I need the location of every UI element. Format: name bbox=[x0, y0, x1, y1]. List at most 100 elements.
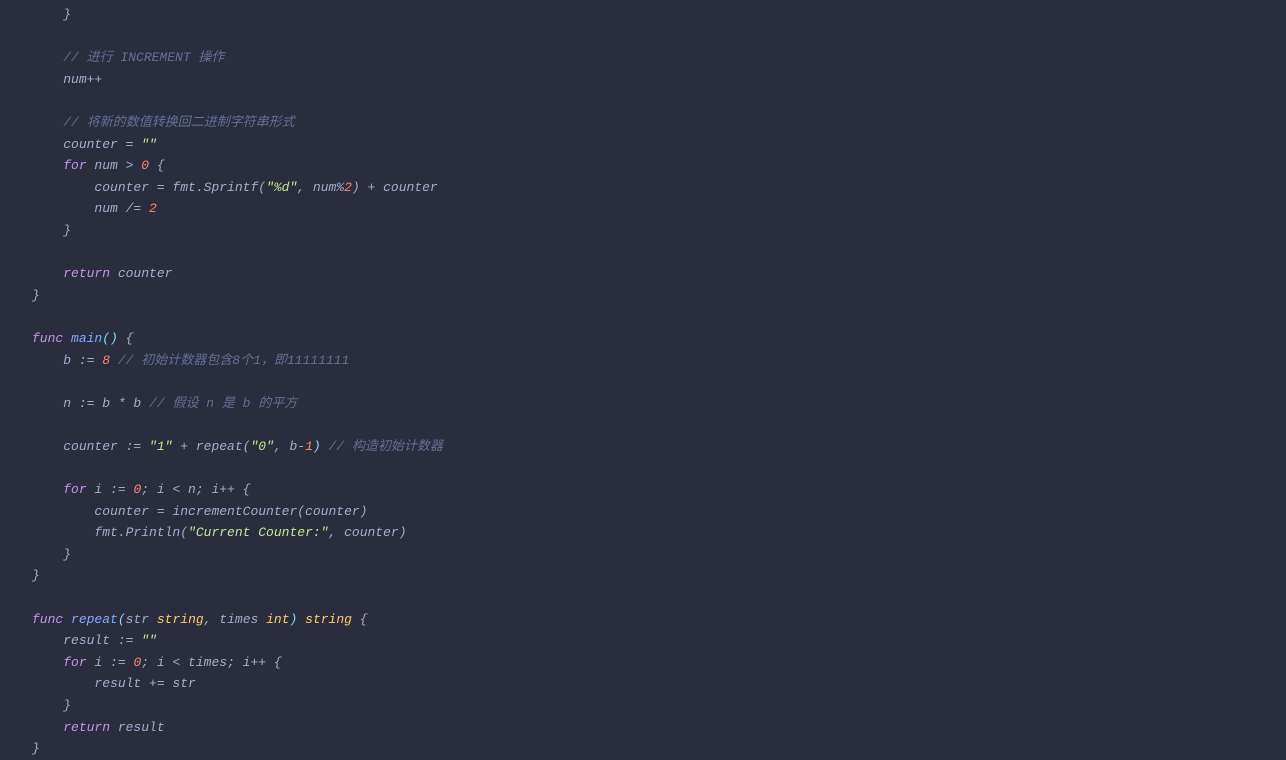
code-token: , counter) bbox=[328, 525, 406, 540]
code-line[interactable]: for i := 0; i < times; i++ { bbox=[0, 652, 1286, 674]
code-line[interactable] bbox=[0, 306, 1286, 328]
code-token: "%d" bbox=[266, 180, 297, 195]
code-line[interactable]: counter := "1" + repeat("0", b-1) // 构造初… bbox=[0, 436, 1286, 458]
code-line[interactable]: return result bbox=[0, 717, 1286, 739]
code-token: counter = fmt.Sprintf( bbox=[94, 180, 266, 195]
code-token: for bbox=[63, 482, 86, 497]
code-token: i := bbox=[87, 482, 134, 497]
code-token: 1 bbox=[305, 439, 313, 454]
code-token: b := bbox=[63, 353, 102, 368]
code-line[interactable]: } bbox=[0, 738, 1286, 760]
code-token: ; i < times; i++ { bbox=[141, 655, 281, 670]
code-line[interactable]: } bbox=[0, 565, 1286, 587]
code-line[interactable]: } bbox=[0, 285, 1286, 307]
code-line[interactable] bbox=[0, 457, 1286, 479]
code-line[interactable]: } bbox=[0, 4, 1286, 26]
code-token: for bbox=[63, 158, 86, 173]
code-line[interactable]: } bbox=[0, 695, 1286, 717]
code-token: ; i < n; i++ { bbox=[141, 482, 250, 497]
code-token: return bbox=[63, 720, 110, 735]
code-token: 8 bbox=[102, 353, 110, 368]
code-token: counter bbox=[110, 266, 172, 281]
code-line[interactable]: // 进行 INCREMENT 操作 bbox=[0, 47, 1286, 69]
code-line[interactable]: num /= 2 bbox=[0, 198, 1286, 220]
code-token: i := bbox=[87, 655, 134, 670]
code-token: { bbox=[118, 331, 134, 346]
code-line[interactable] bbox=[0, 242, 1286, 264]
code-token: "Current Counter:" bbox=[188, 525, 328, 540]
code-line[interactable]: counter = fmt.Sprintf("%d", num%2) + cou… bbox=[0, 177, 1286, 199]
code-token: ) bbox=[313, 439, 321, 454]
code-line[interactable]: } bbox=[0, 220, 1286, 242]
code-token: num /= bbox=[94, 201, 149, 216]
code-token: ) + counter bbox=[352, 180, 438, 195]
code-token: int bbox=[266, 612, 289, 627]
code-token bbox=[63, 612, 71, 627]
code-token: "" bbox=[141, 633, 157, 648]
code-token: { bbox=[149, 158, 165, 173]
code-token: str bbox=[126, 612, 149, 627]
code-token: } bbox=[32, 741, 40, 756]
code-token: "0" bbox=[250, 439, 273, 454]
code-token: repeat bbox=[71, 612, 118, 627]
code-line[interactable] bbox=[0, 371, 1286, 393]
code-token: } bbox=[63, 698, 71, 713]
code-token: counter = incrementCounter(counter) bbox=[94, 504, 367, 519]
code-token: // 初始计数器包含8个1，即11111111 bbox=[118, 353, 349, 368]
code-token: } bbox=[63, 547, 71, 562]
code-token: () bbox=[102, 331, 118, 346]
code-token bbox=[110, 353, 118, 368]
code-token: ( bbox=[118, 612, 126, 627]
code-token: for bbox=[63, 655, 86, 670]
code-line[interactable]: result := "" bbox=[0, 630, 1286, 652]
code-token: // 将新的数值转换回二进制字符串形式 bbox=[63, 115, 294, 130]
code-token: fmt.Println( bbox=[94, 525, 188, 540]
code-token: num++ bbox=[63, 72, 102, 87]
code-line[interactable] bbox=[0, 587, 1286, 609]
code-token: } bbox=[63, 7, 71, 22]
code-line[interactable]: counter = incrementCounter(counter) bbox=[0, 501, 1286, 523]
code-token: return bbox=[63, 266, 110, 281]
code-token: } bbox=[63, 223, 71, 238]
code-token: string bbox=[157, 612, 204, 627]
code-line[interactable]: for i := 0; i < n; i++ { bbox=[0, 479, 1286, 501]
code-token: main bbox=[71, 331, 102, 346]
code-line[interactable]: // 将新的数值转换回二进制字符串形式 bbox=[0, 112, 1286, 134]
code-token: counter := bbox=[63, 439, 149, 454]
code-line[interactable]: n := b * b // 假设 n 是 b 的平方 bbox=[0, 393, 1286, 415]
code-token bbox=[63, 331, 71, 346]
code-token bbox=[149, 612, 157, 627]
code-token: 0 bbox=[141, 158, 149, 173]
code-line[interactable]: counter = "" bbox=[0, 134, 1286, 156]
code-line[interactable]: result += str bbox=[0, 673, 1286, 695]
code-token: , bbox=[204, 612, 220, 627]
code-token: { bbox=[352, 612, 368, 627]
code-token bbox=[297, 612, 305, 627]
code-token: // 进行 INCREMENT 操作 bbox=[63, 50, 224, 65]
code-line[interactable]: num++ bbox=[0, 69, 1286, 91]
code-token: result += str bbox=[94, 676, 195, 691]
code-line[interactable]: func repeat(str string, times int) strin… bbox=[0, 609, 1286, 631]
code-line[interactable]: return counter bbox=[0, 263, 1286, 285]
code-token: } bbox=[32, 568, 40, 583]
code-line[interactable]: b := 8 // 初始计数器包含8个1，即11111111 bbox=[0, 350, 1286, 372]
code-line[interactable] bbox=[0, 414, 1286, 436]
code-token: + repeat( bbox=[172, 439, 250, 454]
code-token: "" bbox=[141, 137, 157, 152]
code-token: func bbox=[32, 612, 63, 627]
code-line[interactable]: for num > 0 { bbox=[0, 155, 1286, 177]
code-line[interactable]: fmt.Println("Current Counter:", counter) bbox=[0, 522, 1286, 544]
code-token: times bbox=[219, 612, 258, 627]
code-token: } bbox=[32, 288, 40, 303]
code-line[interactable]: } bbox=[0, 544, 1286, 566]
code-token: result bbox=[110, 720, 165, 735]
code-token bbox=[258, 612, 266, 627]
code-token: num > bbox=[87, 158, 142, 173]
code-line[interactable] bbox=[0, 90, 1286, 112]
code-line[interactable]: func main() { bbox=[0, 328, 1286, 350]
code-token: n := b * b bbox=[63, 396, 149, 411]
code-token: , num% bbox=[297, 180, 344, 195]
code-token: func bbox=[32, 331, 63, 346]
code-line[interactable] bbox=[0, 26, 1286, 48]
code-editor[interactable]: } // 进行 INCREMENT 操作 num++ // 将新的数值转换回二进… bbox=[0, 4, 1286, 760]
